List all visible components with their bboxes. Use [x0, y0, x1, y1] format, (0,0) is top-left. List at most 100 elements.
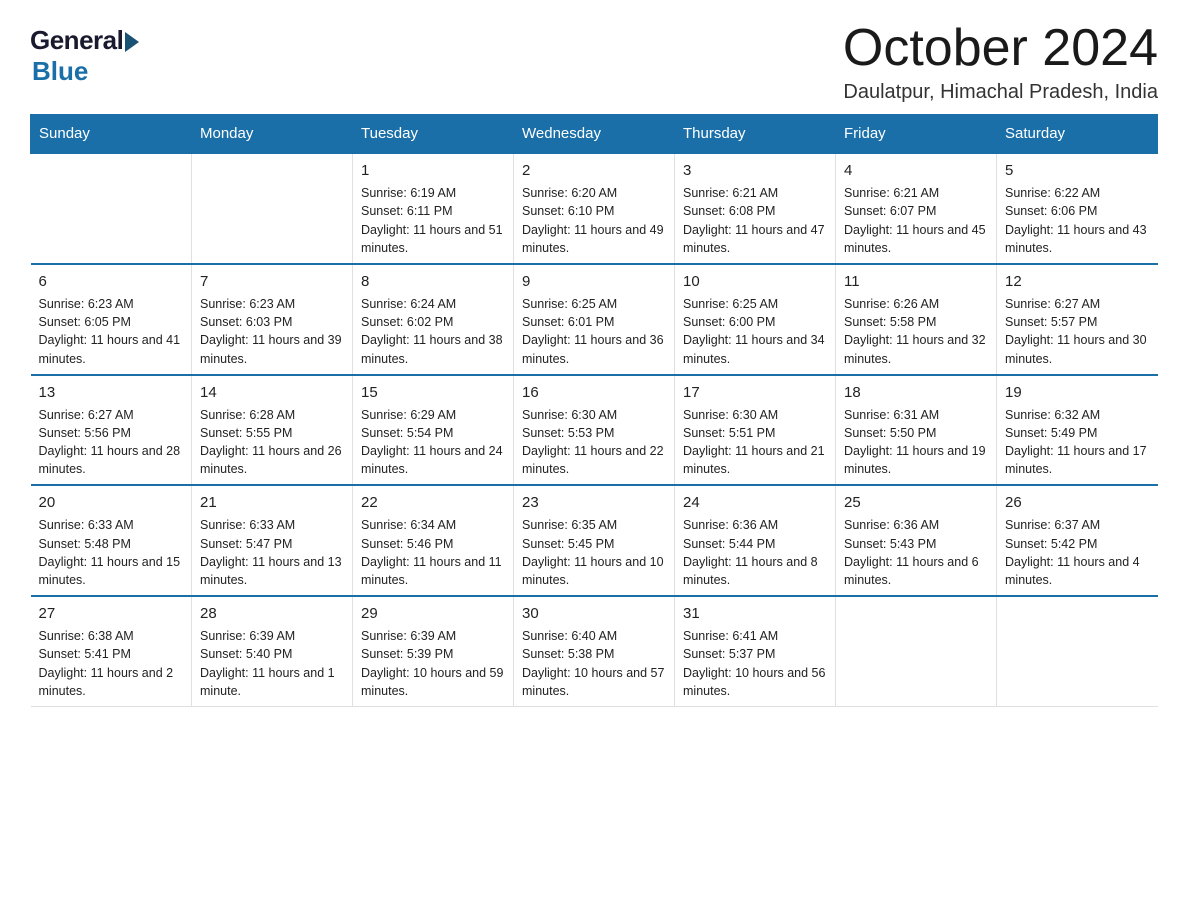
calendar-cell: 14 Sunrise: 6:28 AMSunset: 5:55 PMDayligh… — [192, 375, 353, 486]
calendar-cell — [31, 153, 192, 264]
day-sunrise: Sunrise: 6:23 AMSunset: 6:03 PMDaylight:… — [200, 297, 342, 366]
day-number: 29 — [361, 603, 505, 624]
calendar-cell: 17 Sunrise: 6:30 AMSunset: 5:51 PMDayligh… — [675, 375, 836, 486]
calendar-cell: 20 Sunrise: 6:33 AMSunset: 5:48 PMDayligh… — [31, 485, 192, 596]
day-sunrise: Sunrise: 6:39 AMSunset: 5:39 PMDaylight:… — [361, 629, 503, 698]
calendar-cell: 4 Sunrise: 6:21 AMSunset: 6:07 PMDaylight… — [836, 153, 997, 264]
day-sunrise: Sunrise: 6:26 AMSunset: 5:58 PMDaylight:… — [844, 297, 986, 366]
day-number: 15 — [361, 382, 505, 403]
day-number: 10 — [683, 271, 827, 292]
calendar-cell: 29 Sunrise: 6:39 AMSunset: 5:39 PMDayligh… — [353, 596, 514, 706]
weekday-header-sunday: Sunday — [31, 115, 192, 154]
day-sunrise: Sunrise: 6:22 AMSunset: 6:06 PMDaylight:… — [1005, 186, 1147, 255]
day-sunrise: Sunrise: 6:32 AMSunset: 5:49 PMDaylight:… — [1005, 408, 1147, 477]
day-number: 23 — [522, 492, 666, 513]
calendar-cell: 3 Sunrise: 6:21 AMSunset: 6:08 PMDaylight… — [675, 153, 836, 264]
calendar-cell: 16 Sunrise: 6:30 AMSunset: 5:53 PMDayligh… — [514, 375, 675, 486]
calendar-week-row: 1Sunrise: 6:19 AMSunset: 6:11 PMDaylight… — [31, 153, 1158, 264]
day-sunrise: Sunrise: 6:39 AMSunset: 5:40 PMDaylight:… — [200, 629, 335, 698]
day-number: 30 — [522, 603, 666, 624]
title-block: October 2024 Daulatpur, Himachal Pradesh… — [843, 20, 1158, 104]
month-title: October 2024 — [843, 20, 1158, 77]
calendar-cell: 5 Sunrise: 6:22 AMSunset: 6:06 PMDaylight… — [997, 153, 1158, 264]
calendar-week-row: 13Sunrise: 6:27 AMSunset: 5:56 PMDayligh… — [31, 375, 1158, 486]
day-number: 12 — [1005, 271, 1150, 292]
day-sunrise: Sunrise: 6:40 AMSunset: 5:38 PMDaylight:… — [522, 629, 664, 698]
calendar-cell: 27Sunrise: 6:38 AMSunset: 5:41 PMDayligh… — [31, 596, 192, 706]
day-number: 8 — [361, 271, 505, 292]
calendar-cell: 22 Sunrise: 6:34 AMSunset: 5:46 PMDayligh… — [353, 485, 514, 596]
day-number: 17 — [683, 382, 827, 403]
calendar-cell: 21Sunrise: 6:33 AMSunset: 5:47 PMDayligh… — [192, 485, 353, 596]
day-sunrise: Sunrise: 6:28 AMSunset: 5:55 PMDaylight:… — [200, 408, 342, 477]
calendar-cell: 10 Sunrise: 6:25 AMSunset: 6:00 PMDayligh… — [675, 264, 836, 375]
day-number: 9 — [522, 271, 666, 292]
day-number: 19 — [1005, 382, 1150, 403]
calendar-cell: 18 Sunrise: 6:31 AMSunset: 5:50 PMDayligh… — [836, 375, 997, 486]
location-title: Daulatpur, Himachal Pradesh, India — [843, 81, 1158, 104]
calendar-cell: 15 Sunrise: 6:29 AMSunset: 5:54 PMDayligh… — [353, 375, 514, 486]
day-number: 20 — [39, 492, 184, 513]
day-sunrise: Sunrise: 6:37 AMSunset: 5:42 PMDaylight:… — [1005, 518, 1140, 587]
weekday-header-friday: Friday — [836, 115, 997, 154]
day-sunrise: Sunrise: 6:29 AMSunset: 5:54 PMDaylight:… — [361, 408, 503, 477]
day-number: 6 — [39, 271, 184, 292]
weekday-header-wednesday: Wednesday — [514, 115, 675, 154]
day-number: 4 — [844, 160, 988, 181]
day-sunrise: Sunrise: 6:24 AMSunset: 6:02 PMDaylight:… — [361, 297, 503, 366]
calendar-cell: 19 Sunrise: 6:32 AMSunset: 5:49 PMDayligh… — [997, 375, 1158, 486]
calendar-cell: 26Sunrise: 6:37 AMSunset: 5:42 PMDayligh… — [997, 485, 1158, 596]
day-sunrise: Sunrise: 6:30 AMSunset: 5:53 PMDaylight:… — [522, 408, 664, 477]
day-sunrise: Sunrise: 6:41 AMSunset: 5:37 PMDaylight:… — [683, 629, 825, 698]
calendar-cell: 7Sunrise: 6:23 AMSunset: 6:03 PMDaylight… — [192, 264, 353, 375]
day-number: 25 — [844, 492, 988, 513]
calendar-cell: 13Sunrise: 6:27 AMSunset: 5:56 PMDayligh… — [31, 375, 192, 486]
day-sunrise: Sunrise: 6:35 AMSunset: 5:45 PMDaylight:… — [522, 518, 664, 587]
logo-arrow-icon — [125, 32, 139, 52]
weekday-header-monday: Monday — [192, 115, 353, 154]
calendar-cell: 25 Sunrise: 6:36 AMSunset: 5:43 PMDayligh… — [836, 485, 997, 596]
day-sunrise: Sunrise: 6:38 AMSunset: 5:41 PMDaylight:… — [39, 629, 174, 698]
day-sunrise: Sunrise: 6:36 AMSunset: 5:44 PMDaylight:… — [683, 518, 818, 587]
calendar-cell: 24 Sunrise: 6:36 AMSunset: 5:44 PMDayligh… — [675, 485, 836, 596]
calendar-week-row: 27Sunrise: 6:38 AMSunset: 5:41 PMDayligh… — [31, 596, 1158, 706]
calendar-cell — [192, 153, 353, 264]
day-sunrise: Sunrise: 6:25 AMSunset: 6:01 PMDaylight:… — [522, 297, 664, 366]
page-header: General Blue October 2024 Daulatpur, Him… — [30, 20, 1158, 104]
day-number: 18 — [844, 382, 988, 403]
day-sunrise: Sunrise: 6:33 AMSunset: 5:48 PMDaylight:… — [39, 518, 181, 587]
calendar-cell: 31 Sunrise: 6:41 AMSunset: 5:37 PMDayligh… — [675, 596, 836, 706]
logo-general-text: General — [30, 25, 123, 56]
calendar-cell: 2 Sunrise: 6:20 AMSunset: 6:10 PMDaylight… — [514, 153, 675, 264]
weekday-header-tuesday: Tuesday — [353, 115, 514, 154]
day-sunrise: Sunrise: 6:20 AMSunset: 6:10 PMDaylight:… — [522, 186, 664, 255]
day-sunrise: Sunrise: 6:30 AMSunset: 5:51 PMDaylight:… — [683, 408, 825, 477]
calendar-cell: 1Sunrise: 6:19 AMSunset: 6:11 PMDaylight… — [353, 153, 514, 264]
day-sunrise: Sunrise: 6:27 AMSunset: 5:56 PMDaylight:… — [39, 408, 181, 477]
logo-blue-text: Blue — [32, 56, 139, 87]
day-sunrise: Sunrise: 6:19 AMSunset: 6:11 PMDaylight:… — [361, 186, 503, 255]
calendar-cell: 12Sunrise: 6:27 AMSunset: 5:57 PMDayligh… — [997, 264, 1158, 375]
day-sunrise: Sunrise: 6:33 AMSunset: 5:47 PMDaylight:… — [200, 518, 342, 587]
day-sunrise: Sunrise: 6:21 AMSunset: 6:08 PMDaylight:… — [683, 186, 825, 255]
calendar-cell: 8 Sunrise: 6:24 AMSunset: 6:02 PMDaylight… — [353, 264, 514, 375]
day-number: 22 — [361, 492, 505, 513]
day-number: 2 — [522, 160, 666, 181]
day-number: 3 — [683, 160, 827, 181]
day-sunrise: Sunrise: 6:34 AMSunset: 5:46 PMDaylight:… — [361, 518, 502, 587]
day-number: 16 — [522, 382, 666, 403]
day-number: 31 — [683, 603, 827, 624]
day-sunrise: Sunrise: 6:36 AMSunset: 5:43 PMDaylight:… — [844, 518, 979, 587]
calendar-cell: 6Sunrise: 6:23 AMSunset: 6:05 PMDaylight… — [31, 264, 192, 375]
calendar-table: SundayMondayTuesdayWednesdayThursdayFrid… — [30, 114, 1158, 707]
day-sunrise: Sunrise: 6:31 AMSunset: 5:50 PMDaylight:… — [844, 408, 986, 477]
day-sunrise: Sunrise: 6:21 AMSunset: 6:07 PMDaylight:… — [844, 186, 986, 255]
calendar-body: 1Sunrise: 6:19 AMSunset: 6:11 PMDaylight… — [31, 153, 1158, 706]
day-number: 14 — [200, 382, 344, 403]
day-sunrise: Sunrise: 6:25 AMSunset: 6:00 PMDaylight:… — [683, 297, 825, 366]
calendar-cell: 11 Sunrise: 6:26 AMSunset: 5:58 PMDayligh… — [836, 264, 997, 375]
day-number: 5 — [1005, 160, 1150, 181]
day-number: 11 — [844, 271, 988, 292]
day-number: 24 — [683, 492, 827, 513]
calendar-cell: 23 Sunrise: 6:35 AMSunset: 5:45 PMDayligh… — [514, 485, 675, 596]
